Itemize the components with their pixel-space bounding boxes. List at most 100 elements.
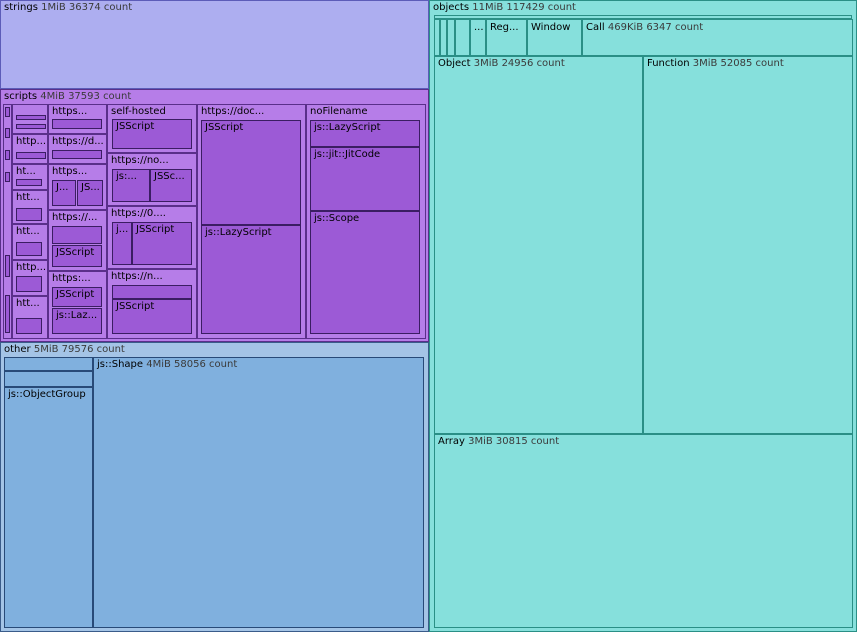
script-leaf[interactable] (52, 226, 102, 244)
script-url-node[interactable]: htt... (12, 224, 48, 260)
script-url-node[interactable]: http... (12, 134, 48, 164)
script-leaf[interactable]: JSScript (132, 222, 192, 265)
leaf-label: js::LazyScript (314, 122, 381, 133)
script-leaf[interactable]: JSScript (201, 120, 301, 225)
script-leaf[interactable] (16, 115, 46, 120)
script-tiny-box[interactable] (5, 150, 10, 160)
script-leaf[interactable]: js::LazyScript (201, 225, 301, 334)
treemap-node-scripts[interactable]: scripts 4MiB 37593 count http... ht... h… (0, 89, 429, 342)
script-tiny-box[interactable] (5, 128, 10, 138)
script-leaf[interactable] (16, 318, 42, 334)
node-label: Reg... (490, 22, 519, 33)
script-leaf[interactable]: js::jit::JitCode (310, 147, 420, 211)
script-leaf[interactable]: js::Scope (310, 211, 420, 334)
script-leaf[interactable] (16, 179, 42, 186)
object-small-leaf[interactable] (440, 19, 447, 56)
script-url-node[interactable]: https://no... js:... JSSc... (107, 153, 197, 206)
treemap-node-objects[interactable]: objects 11MiB 117429 count ... Reg... Wi… (429, 0, 857, 632)
script-url-node[interactable] (12, 104, 48, 134)
leaf-label: j... (116, 224, 129, 235)
node-label: https://doc... (201, 106, 265, 117)
object-small-leaf[interactable]: Window (527, 19, 582, 56)
script-tiny-box[interactable] (5, 172, 10, 182)
treemap-node-call[interactable]: Call 469KiB 6347 count (582, 19, 853, 56)
node-label: noFilename (310, 106, 368, 117)
node-name: Call (586, 22, 605, 33)
script-leaf[interactable]: js::Laz... (52, 308, 102, 334)
script-url-node[interactable]: https... J... JS... (48, 164, 107, 210)
script-url-node[interactable]: htt... (12, 296, 48, 339)
object-small-leaf[interactable] (447, 19, 455, 56)
treemap-node-function[interactable]: Function 3MiB 52085 count (643, 56, 853, 434)
script-url-node[interactable]: htt... (12, 190, 48, 224)
script-leaf[interactable] (112, 285, 192, 299)
script-leaf[interactable] (16, 124, 46, 129)
node-label: Call 469KiB 6347 count (586, 22, 703, 34)
node-label: https:... (52, 273, 91, 284)
script-url-node[interactable]: https... (48, 104, 107, 134)
treemap-node-array[interactable]: Array 3MiB 30815 count (434, 434, 853, 628)
script-leaf[interactable]: JSScript (112, 119, 192, 149)
leaf-label: J... (56, 182, 69, 193)
node-meta: 4MiB 37593 count (40, 91, 132, 102)
script-tiny-box[interactable] (5, 255, 10, 277)
object-small-leaf[interactable]: ... (470, 19, 486, 56)
script-leaf[interactable] (16, 208, 42, 221)
script-url-node[interactable]: ht... (12, 164, 48, 190)
script-url-node[interactable]: https://... JSScript (48, 210, 107, 271)
script-url-node[interactable]: https://n... JSScript (107, 269, 197, 339)
script-leaf[interactable]: J... (52, 180, 76, 206)
script-leaf[interactable]: js:... (112, 169, 150, 202)
treemap-node-strings[interactable]: strings 1MiB 36374 count (0, 0, 429, 89)
script-tiny-box[interactable] (5, 107, 10, 117)
object-small-leaf[interactable] (455, 19, 470, 56)
node-label: https://... (52, 212, 98, 223)
treemap-node-js-shape[interactable]: js::Shape 4MiB 58056 count (93, 357, 424, 628)
script-leaf[interactable] (16, 276, 42, 292)
script-url-node[interactable]: noFilename js::LazyScript js::jit::JitCo… (306, 104, 426, 339)
script-leaf[interactable] (16, 242, 42, 256)
node-label: htt... (16, 192, 40, 203)
other-leaf[interactable] (4, 371, 93, 387)
node-name: Array (438, 436, 465, 447)
script-leaf[interactable]: JSScript (52, 287, 102, 307)
node-label: js::Shape 4MiB 58056 count (97, 359, 237, 371)
script-leaf[interactable]: JSScript (112, 299, 192, 334)
script-url-node[interactable]: http... (12, 260, 48, 296)
script-leaf[interactable]: JSSc... (150, 169, 192, 202)
script-leaf[interactable] (52, 119, 102, 129)
node-label: http... (16, 262, 47, 273)
script-leaf[interactable]: JSScript (52, 245, 102, 267)
node-meta: 11MiB 117429 count (472, 2, 576, 13)
script-tiny-box[interactable] (5, 295, 10, 333)
leaf-label: JSScript (205, 122, 244, 133)
object-small-leaf[interactable]: Reg... (486, 19, 527, 56)
node-label: ... (474, 22, 484, 33)
other-leaf[interactable] (4, 357, 93, 371)
script-leaf[interactable]: JS... (77, 180, 103, 206)
script-leaf[interactable] (16, 152, 46, 159)
script-url-node[interactable]: https://doc... JSScript js::LazyScript (197, 104, 306, 339)
treemap-node-other[interactable]: other 5MiB 79576 count js::ObjectGroup j… (0, 342, 429, 632)
node-name: strings (4, 2, 38, 13)
treemap-node-js-objectgroup[interactable]: js::ObjectGroup (4, 387, 93, 628)
leaf-label: js::Laz... (56, 310, 98, 321)
leaf-label: JSScript (116, 121, 155, 132)
script-url-node[interactable]: self-hosted JSScript (107, 104, 197, 153)
node-name: other (4, 344, 31, 355)
node-label: Object 3MiB 24956 count (438, 58, 565, 70)
script-leaf[interactable] (52, 150, 102, 159)
node-meta: 1MiB 36374 count (41, 2, 133, 13)
script-leaf[interactable]: j... (112, 222, 132, 265)
script-url-node[interactable]: https://0.... j... JSScript (107, 206, 197, 269)
node-label: htt... (16, 226, 40, 237)
treemap-node-object[interactable]: Object 3MiB 24956 count (434, 56, 643, 434)
script-leaf[interactable]: js::LazyScript (310, 120, 420, 147)
node-label: js::ObjectGroup (8, 389, 86, 400)
script-url-node[interactable]: https:... JSScript js::Laz... (48, 271, 107, 339)
node-meta: 5MiB 79576 count (33, 344, 125, 355)
script-url-node[interactable]: https://d... (48, 134, 107, 164)
node-meta: 3MiB 52085 count (692, 58, 784, 69)
node-label: https... (52, 106, 88, 117)
node-label: other 5MiB 79576 count (4, 344, 125, 356)
